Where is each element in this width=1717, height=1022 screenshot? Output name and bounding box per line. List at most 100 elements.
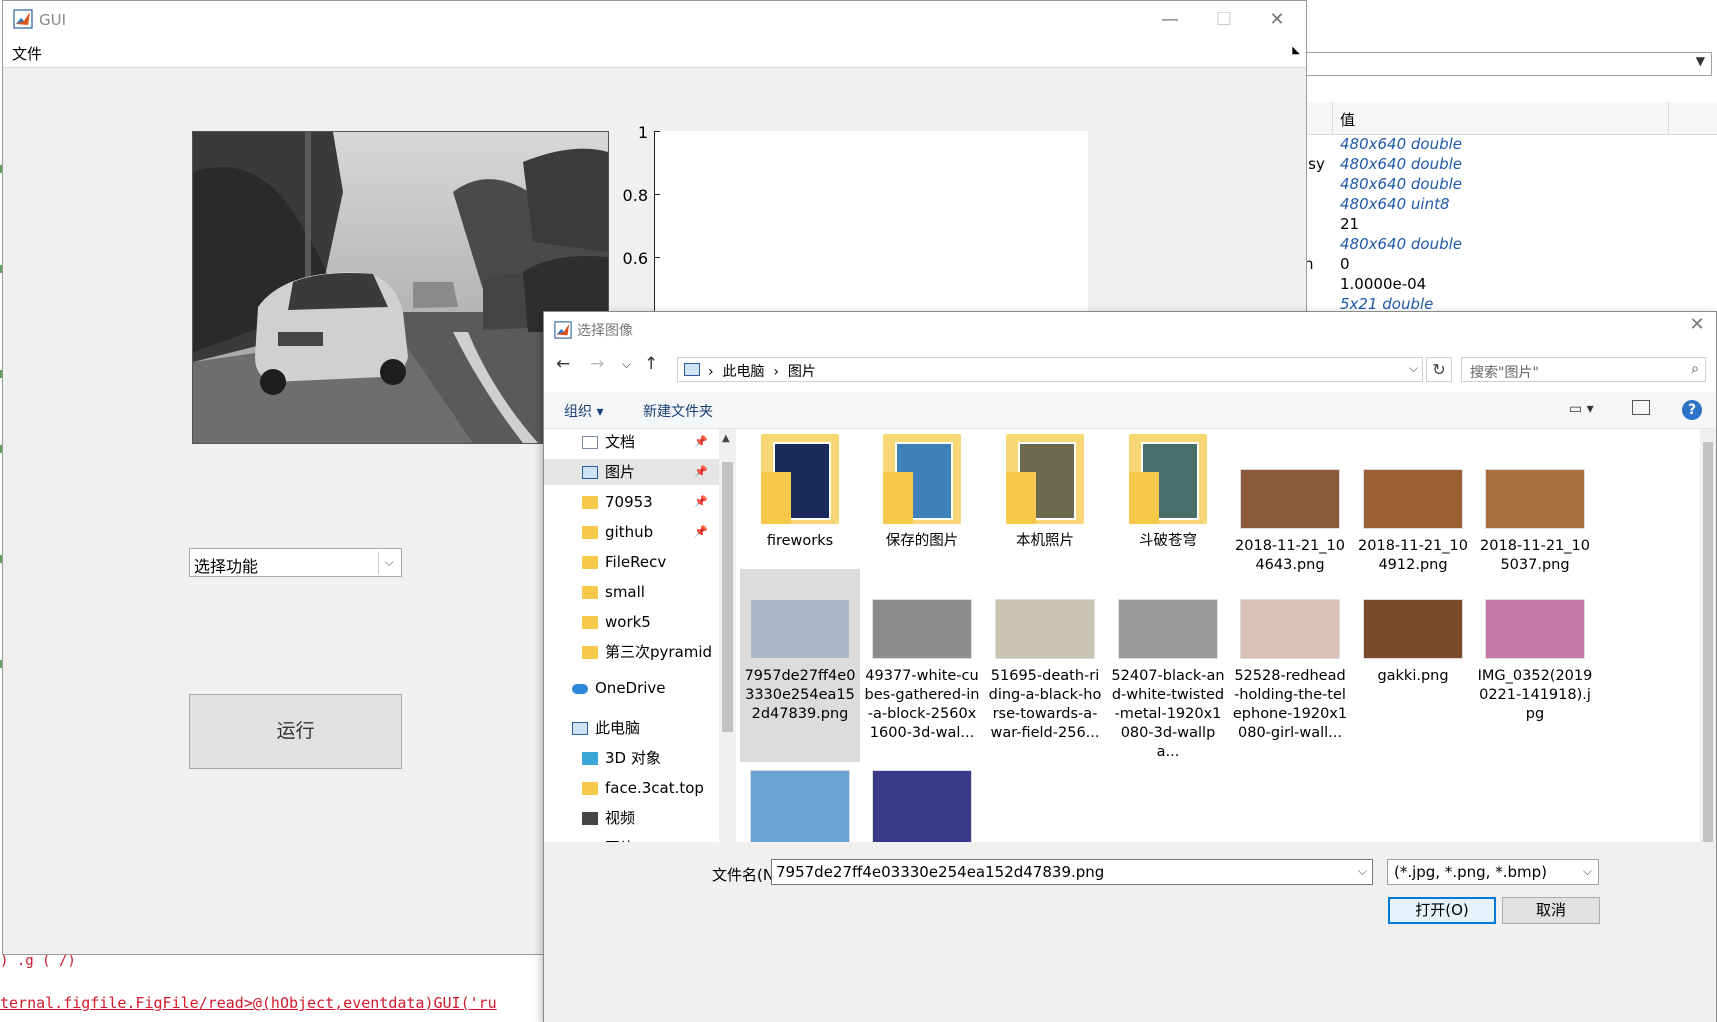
file-scrollbar-thumb[interactable] bbox=[1703, 442, 1713, 862]
image-thumbnail bbox=[1240, 599, 1340, 659]
breadcrumb-separator-icon[interactable]: › bbox=[765, 364, 788, 380]
nav-item[interactable]: 此电脑 bbox=[572, 715, 640, 741]
image-tile[interactable]: IMG_0352(20190221-141918).jpg bbox=[1475, 569, 1595, 762]
workspace-value[interactable]: 480x640 double bbox=[1340, 155, 1462, 173]
image-tile[interactable]: gakki.png bbox=[1353, 569, 1473, 762]
nav-item[interactable]: github 📌 bbox=[582, 519, 708, 545]
nav-item[interactable]: OneDrive bbox=[572, 675, 666, 701]
address-bar[interactable]: › 此电脑 › 图片 ⌵ bbox=[677, 357, 1423, 382]
breadcrumb-this-pc[interactable]: 此电脑 bbox=[723, 364, 765, 380]
nav-item[interactable]: work5 bbox=[582, 609, 651, 635]
pin-icon[interactable]: 📌 bbox=[694, 489, 708, 515]
folder-icon bbox=[582, 586, 598, 599]
nav-item[interactable]: 图片 📌 bbox=[544, 459, 719, 485]
image-tile[interactable]: 2018-11-21_104643.png bbox=[1230, 429, 1350, 575]
dialog-title: 选择图像 bbox=[577, 323, 633, 339]
column-divider[interactable] bbox=[1332, 102, 1333, 134]
filename-input[interactable]: 7957de27ff4e03330e254ea152d47839.png ⌵ bbox=[771, 859, 1373, 885]
workspace-dropdown[interactable]: ▼ bbox=[1300, 52, 1712, 76]
function-select[interactable]: 选择功能 ⌵ bbox=[189, 548, 402, 577]
search-input[interactable]: 搜索"图片" ⌕ bbox=[1461, 357, 1706, 382]
open-button[interactable]: 打开(O) bbox=[1388, 897, 1496, 924]
chevron-down-icon[interactable]: ⌵ bbox=[378, 551, 399, 574]
file-name: 本机照片 bbox=[1016, 533, 1074, 549]
workspace-value[interactable]: 480x640 uint8 bbox=[1340, 195, 1450, 213]
file-name: fireworks bbox=[766, 533, 834, 549]
nav-item[interactable]: 文档 📌 bbox=[582, 429, 708, 455]
matlab-logo-icon bbox=[13, 9, 33, 29]
pin-icon[interactable]: 📌 bbox=[694, 429, 708, 455]
pictures-location-icon bbox=[684, 363, 700, 376]
nav-item[interactable]: face.3cat.top bbox=[582, 775, 704, 801]
file-name: 7957de27ff4e03330e254ea152d47839.png bbox=[744, 668, 856, 722]
dialog-titlebar[interactable]: 选择图像 ✕ bbox=[544, 312, 1716, 344]
back-arrow-icon[interactable]: ← bbox=[556, 354, 570, 374]
image-tile[interactable]: 51695-death-riding-a-black-horse-towards… bbox=[985, 569, 1105, 762]
search-icon[interactable]: ⌕ bbox=[1691, 361, 1699, 377]
pin-icon[interactable]: 📌 bbox=[694, 459, 708, 485]
folder-tile[interactable]: 斗破苍穹 bbox=[1108, 429, 1228, 551]
workspace-value[interactable]: 480x640 double bbox=[1340, 175, 1462, 193]
scroll-up-icon[interactable]: ▲ bbox=[722, 433, 730, 444]
image-tile[interactable]: 52407-black-and-white-twisted-metal-1920… bbox=[1108, 569, 1228, 762]
minimize-icon[interactable]: — bbox=[1147, 5, 1193, 35]
nav-item[interactable]: small bbox=[582, 579, 645, 605]
chevron-down-icon[interactable]: ⌵ bbox=[1409, 361, 1418, 376]
toolbar-toggle-icon[interactable]: ◣ bbox=[1292, 45, 1300, 56]
nav-scrollbar-thumb[interactable] bbox=[722, 462, 733, 732]
nav-item[interactable]: FileRecv bbox=[582, 549, 666, 575]
cancel-button[interactable]: 取消 bbox=[1502, 897, 1600, 924]
filename-value[interactable]: 7957de27ff4e03330e254ea152d47839.png bbox=[776, 863, 1104, 881]
folder-icon bbox=[582, 646, 598, 659]
chevron-down-icon[interactable]: ⌵ bbox=[1358, 864, 1367, 879]
run-button[interactable]: 运行 bbox=[189, 694, 402, 769]
nav-item[interactable]: 70953 📌 bbox=[582, 489, 708, 515]
folder-tile[interactable]: 本机照片 bbox=[985, 429, 1105, 551]
nav-item-label: small bbox=[605, 583, 645, 601]
pin-icon[interactable]: 📌 bbox=[694, 519, 708, 545]
chevron-down-icon[interactable]: ⌵ bbox=[1583, 864, 1592, 879]
folder-icon bbox=[1129, 434, 1207, 524]
gui-titlebar[interactable]: GUI — ☐ ✕ bbox=[3, 1, 1306, 39]
nav-item[interactable]: 视频 bbox=[582, 805, 635, 831]
file-name: 49377-white-cubes-gathered-in-a-block-25… bbox=[864, 668, 980, 741]
video-icon bbox=[582, 812, 598, 825]
function-select-value: 选择功能 bbox=[194, 557, 259, 576]
breadcrumb-pictures[interactable]: 图片 bbox=[788, 364, 816, 380]
image-tile[interactable]: 7957de27ff4e03330e254ea152d47839.png bbox=[740, 569, 860, 762]
image-tile[interactable]: 2018-11-21_104912.png bbox=[1353, 429, 1473, 575]
close-icon[interactable]: ✕ bbox=[1682, 314, 1712, 335]
nav-item[interactable]: 第三次pyramid bbox=[582, 639, 712, 665]
close-icon[interactable]: ✕ bbox=[1254, 5, 1300, 35]
nav-item-label: work5 bbox=[605, 613, 651, 631]
chevron-down-icon[interactable]: ▼ bbox=[1696, 54, 1705, 68]
folder-tile[interactable]: fireworks bbox=[740, 429, 860, 551]
workspace-value-header[interactable]: 值 bbox=[1340, 109, 1355, 130]
y-tick-mark bbox=[655, 194, 660, 195]
nav-item-label: 第三次pyramid bbox=[605, 643, 713, 661]
maximize-icon[interactable]: ☐ bbox=[1201, 5, 1247, 35]
workspace-value[interactable]: 480x640 double bbox=[1340, 135, 1462, 153]
nav-item-label: face.3cat.top bbox=[605, 779, 704, 797]
help-icon[interactable]: ? bbox=[1682, 400, 1702, 420]
refresh-icon[interactable]: ↻ bbox=[1426, 357, 1452, 382]
nav-item[interactable]: 3D 对象 bbox=[582, 745, 661, 771]
column-divider[interactable] bbox=[1668, 102, 1669, 134]
command-error-link[interactable]: ternal.figfile.FigFile/read>@(hObject,ev… bbox=[0, 994, 497, 1012]
preview-pane-icon[interactable] bbox=[1632, 400, 1650, 415]
change-view-icon[interactable]: ▭ ▾ bbox=[1569, 401, 1594, 417]
new-folder-button[interactable]: 新建文件夹 bbox=[643, 401, 713, 421]
filetype-select[interactable]: (*.jpg, *.png, *.bmp) ⌵ bbox=[1387, 859, 1599, 885]
forward-arrow-icon[interactable]: → bbox=[590, 354, 604, 374]
folder-tile[interactable]: 保存的图片 bbox=[862, 429, 982, 551]
image-tile[interactable]: 52528-redhead-holding-the-telephone-1920… bbox=[1230, 569, 1350, 762]
organize-menu[interactable]: 组织 ▾ bbox=[564, 401, 603, 421]
workspace-value[interactable]: 480x640 double bbox=[1340, 235, 1462, 253]
up-arrow-icon[interactable]: ↑ bbox=[644, 354, 658, 374]
image-tile[interactable]: 49377-white-cubes-gathered-in-a-block-25… bbox=[862, 569, 982, 762]
menu-file[interactable]: 文件 bbox=[12, 43, 42, 64]
recent-locations-icon[interactable]: ⌵ bbox=[622, 357, 631, 372]
breadcrumb-separator-icon[interactable]: › bbox=[708, 364, 723, 380]
workspace-variable-name[interactable]: isy bbox=[1304, 155, 1325, 173]
image-tile[interactable]: 2018-11-21_105037.png bbox=[1475, 429, 1595, 575]
